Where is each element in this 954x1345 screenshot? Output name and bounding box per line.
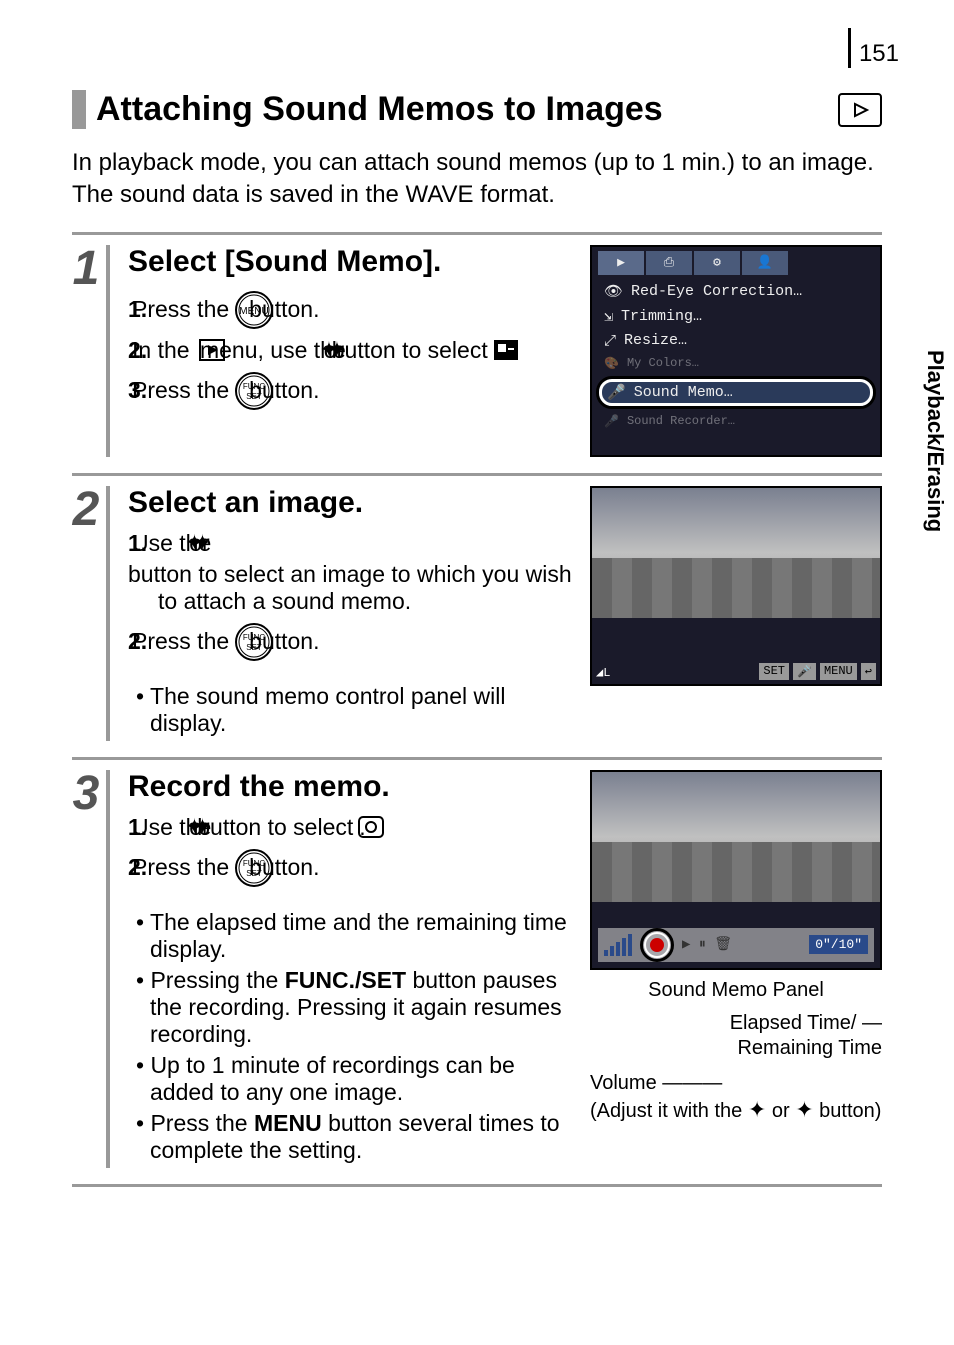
page-number: 151	[848, 28, 899, 68]
menu-item-soundmemo: 🎤Sound Memo…	[596, 376, 876, 409]
panel-control-icons: ▶ ⏸ 🗑	[682, 936, 732, 953]
annotation-volume: Volume ———	[590, 1071, 882, 1096]
step-3-item-1: 1. Use the ✦ or ✦ button to select .	[128, 814, 574, 841]
playback-mode-icon	[838, 93, 882, 127]
image-size-indicator: ◢L	[596, 665, 610, 680]
step-1-heading: Select [Sound Memo].	[128, 245, 574, 279]
menu-tab-print: ⎙	[646, 251, 692, 275]
step-number-1: 1	[72, 245, 110, 457]
svg-text:FUNC: FUNC	[243, 859, 265, 868]
step-2-bullet-1: • The sound memo control panel will disp…	[128, 683, 574, 737]
step-2-item-2: 2. Press the FUNCSET button.	[128, 621, 574, 663]
svg-text:MENU: MENU	[239, 306, 268, 317]
func-set-button-icon: FUNCSET	[233, 621, 275, 663]
record-icon	[357, 815, 385, 839]
step-number-3: 3	[72, 770, 110, 1168]
annotation-volume-hint: (Adjust it with the ✦ or ✦ button)	[590, 1096, 882, 1124]
step-3-bullet-2: • Pressing the FUNC./SET button pauses t…	[128, 967, 574, 1048]
svg-text:SET: SET	[246, 869, 262, 878]
step-1-item-2: 2. In the menu, use the ✦ or ✦ button to…	[128, 337, 574, 364]
step-2-screenshot: 🎤 Sound Memo ◢L SET 🎤 MENU ↩	[590, 486, 882, 686]
menu-item-redeye: 👁Red-Eye Correction…	[600, 279, 872, 304]
set-tag: SET	[759, 663, 789, 680]
menu-item-mycolors: 🎨My Colors…	[600, 353, 872, 374]
mic-tag: 🎤	[793, 663, 816, 680]
svg-text:SET: SET	[246, 643, 262, 652]
func-set-button-icon: FUNCSET	[233, 847, 275, 889]
step-3-item-2: 2. Press the FUNCSET button.	[128, 847, 574, 889]
sound-memo-icon	[492, 338, 520, 362]
sound-memo-control-panel: ▶ ⏸ 🗑 0"/10"	[598, 928, 874, 962]
step-1-item-1: 1. Press the MENU button.	[128, 289, 574, 331]
step-number-2: 2	[72, 486, 110, 741]
menu-item-trimming: ⇲Trimming…	[600, 304, 872, 329]
menu-item-soundrecorder: 🎤Sound Recorder…	[600, 411, 872, 432]
menu-button-icon: MENU	[233, 289, 275, 331]
menu-tab-play: ▶	[598, 251, 644, 275]
time-display: 0"/10"	[809, 935, 868, 954]
svg-text:SET: SET	[246, 392, 262, 401]
svg-text:FUNC: FUNC	[243, 382, 265, 391]
menu-item-resize: ⤢Resize…	[600, 329, 872, 353]
step-3-bullet-3: • Up to 1 minute of recordings can be ad…	[128, 1052, 574, 1106]
step-1-screenshot: ▶ ⎙ ⚙ 👤 👁Red-Eye Correction… ⇲Trimming… …	[590, 245, 882, 457]
record-button	[640, 928, 674, 962]
annotation-panel: Sound Memo Panel	[590, 978, 882, 1003]
page-title: Attaching Sound Memos to Images	[72, 90, 663, 129]
back-tag: ↩	[861, 663, 876, 680]
step-3-heading: Record the memo.	[128, 770, 574, 804]
step-3-bullet-4: • Press the MENU button several times to…	[128, 1110, 574, 1164]
menu-tab-setup: ⚙	[694, 251, 740, 275]
menu-tag: MENU	[820, 663, 857, 680]
step-3-screenshot: 🎤 Sound Memo ▶ ⏸ 🗑 0"/10"	[590, 770, 882, 970]
volume-bars	[604, 934, 632, 956]
annotation-time: Elapsed Time/ —Remaining Time	[590, 1011, 882, 1061]
menu-tab-mycamera: 👤	[742, 251, 788, 275]
func-set-button-icon: FUNCSET	[233, 370, 275, 412]
step-2-item-1: 1. Use the ✦ or ✦ button to select an im…	[128, 530, 574, 615]
step-3-bullet-1: • The elapsed time and the remaining tim…	[128, 909, 574, 963]
intro-paragraph: In playback mode, you can attach sound m…	[72, 147, 882, 212]
play-tab-icon	[198, 338, 226, 362]
step-1-item-3: 3. Press the FUNCSET button.	[128, 370, 574, 412]
section-tab: Playback/Erasing	[920, 340, 950, 542]
step-2-heading: Select an image.	[128, 486, 574, 520]
svg-text:FUNC: FUNC	[243, 633, 265, 642]
